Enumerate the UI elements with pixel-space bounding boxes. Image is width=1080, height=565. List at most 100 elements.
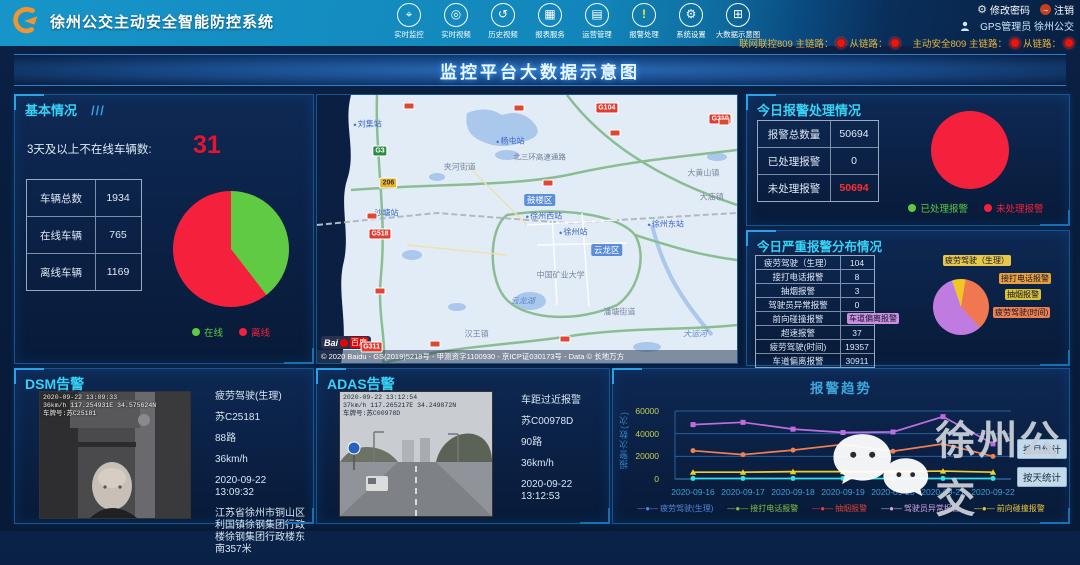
settings-icon: ⚙ [679,3,703,27]
alarm-info-item: 2020-09-22 13:12:53 [521,479,605,503]
table-row: 未处理报警50694 [758,175,878,201]
alarm-info-item: 苏C00978D [521,416,605,428]
table-cell-label: 报警总数量 [758,121,831,147]
adas-road-photo[interactable]: 2020-09-22 13:12:5437km/h 117.265217E 34… [339,391,493,517]
legend-label: 已处理报警 [920,201,968,215]
legend-marker-icon: —●— [637,504,658,513]
map-label: 大庙镇 [700,191,724,202]
baidu-logo-text: Bai [324,338,338,348]
vehicle-stats-table: 车辆总数1934在线车辆765离线车辆1169 [26,179,142,291]
history-icon: ↺ [491,3,515,27]
legend-dot-icon [239,328,247,336]
table-row: 车道偏离报警30911 [756,354,874,367]
offline-days-label: 3天及以上不在线车辆数: [27,141,152,157]
alarm-info-item: 车距过近报警 [521,395,605,407]
nav-item-history-video[interactable]: ↺历史视频 [486,3,520,40]
alarm-panel-title: 今日报警处理情况 [747,95,1069,121]
alarm-marker-icon[interactable] [543,180,554,187]
map-label: 徐州西站 [525,210,562,221]
table-row: 车辆总数1934 [27,180,141,217]
adas-panel-title: ADAS告警 [317,369,609,396]
severe-alarm-panel: 今日严重报警分布情况 疲劳驾驶（生理）104接打电话报警8抽烟报警3驾驶员异常报… [746,230,1070,366]
watermark-text: 徐州公交 [935,408,1080,524]
alarm-marker-icon[interactable] [375,287,386,294]
alarm-marker-icon[interactable] [513,105,524,112]
trend-legend-item[interactable]: —●—接打电话报警 [727,503,798,514]
table-cell-value: 765 [96,217,140,253]
change-password-button[interactable]: ⚙ 修改密码 [977,2,1030,17]
photo-overlay-line: 车牌号:苏C25181 [40,410,190,418]
alert-icon: ! [632,3,656,27]
map-label: 云龙区 [591,244,623,256]
alarm-marker-icon[interactable] [366,212,377,219]
alarm-marker-icon[interactable] [610,129,621,136]
svg-text:2020-09-16: 2020-09-16 [671,487,715,497]
table-cell-value: 1934 [96,180,140,216]
link-status-group: 主动安全809 主链路： 从链路： [912,36,1074,50]
top-header: 徐州公交主动安全智能防控系统 ⌖实时监控◎实时视频↺历史视频▦报表服务▤运营管理… [0,0,1080,46]
nav-item-system-settings[interactable]: ⚙ 系统设置 [674,3,708,40]
table-cell-label: 抽烟报警 [756,284,841,297]
logout-button[interactable]: → 注销 [1040,2,1074,17]
adas-alarm-info: 车距过近报警苏C00978D90路36km/h2020-09-22 13:12:… [521,395,605,512]
page-title: 监控平台大数据示意图 [440,58,640,83]
trend-legend-item[interactable]: —●—疲劳驾驶(生理) [637,503,713,514]
table-row: 离线车辆1169 [27,254,141,290]
link-status-group: 联网联控809 主链路： 从链路： [739,36,901,50]
status-dot-icon [890,38,900,48]
nav-item-operation-management[interactable]: ▤运营管理 [580,3,614,40]
table-cell-label: 超速报警 [756,326,841,339]
dsm-driver-photo[interactable]: 2020-09-22 13:09:3336km/h 117.254931E 34… [39,391,191,519]
alarm-info-item: 36km/h [215,454,307,466]
table-cell-value: 0 [831,148,877,174]
adas-alarm-panel: ADAS告警 2020-09-22 13:12:5437km/h 117.265… [316,368,610,524]
nav-item-report-service[interactable]: ▦报表服务 [533,3,567,40]
photo-overlay-line: 36km/h 117.254931E 34.575624N [40,402,190,410]
user-label: GPS管理员 徐州公交 [980,18,1074,33]
nav-item-alarm-handling[interactable]: ! 报警处理 [627,3,661,40]
legend-label: 未处理报警 [996,201,1044,215]
nav-item-realtime-video[interactable]: ◎ 实时视频 [439,3,473,40]
alarm-marker-icon[interactable] [404,102,415,109]
alarm-stats-table: 报警总数量50694已处理报警0未处理报警50694 [757,120,879,202]
table-cell-value: 104 [841,256,873,269]
legend-label: 离线 [251,325,270,339]
legend-label: 接打电话报警 [750,503,798,514]
table-cell-value: 8 [841,270,873,283]
nav-item-label: 报警处理 [629,29,658,39]
logo-icon [10,5,42,37]
map-label: 大运河 [683,328,707,339]
status-dot-icon [836,38,846,48]
photo-overlay-line: 车牌号:苏C00978D [340,410,492,418]
nav-item-label: 实时视频 [441,29,470,39]
map-label: 汉王镇 [465,328,489,339]
table-row: 在线车辆765 [27,217,141,254]
table-cell-label: 接打电话报警 [756,270,841,283]
table-cell-label: 疲劳驾驶(时间) [756,340,841,353]
y-axis-tick: 40000 [625,429,659,439]
video-icon: ◎ [444,3,468,27]
basic-panel-title: 基本情况/// [15,95,313,121]
y-axis-tick: 0 [625,474,659,484]
legend-dot-icon [192,328,200,336]
nav-item-label: 运营管理 [582,29,611,39]
pie-slice-label: 疲劳驾驶（生理） [943,255,1011,266]
baidu-map[interactable]: Bai 百度 © 2020 Baidu - GS(2019)5218号 - 甲测… [316,94,738,364]
alarm-info-item: 苏C25181 [215,412,307,424]
alarm-marker-icon[interactable] [719,118,730,125]
road-shield: 206 [380,178,398,189]
severe-alarm-table: 疲劳驾驶（生理）104接打电话报警8抽烟报警3驾驶员异常报警0前向碰撞报警416… [755,255,875,368]
alarm-marker-icon[interactable] [429,341,440,348]
decorative-slashes: /// [91,103,105,118]
basic-legend: 在线离线 [155,325,307,339]
table-cell-value: 19357 [841,340,873,353]
map-label: 徐州站 [559,226,588,237]
table-cell-label: 驾驶员异常报警 [756,298,841,311]
online-offline-pie-chart [173,191,289,307]
nav-item-realtime-monitor[interactable]: ⌖实时监控 [392,3,426,40]
map-label: 徐州东站 [647,218,684,229]
alarm-marker-icon[interactable] [559,335,570,342]
alarm-info-item: 2020-09-22 13:09:32 [215,475,307,499]
nav-item-label: 系统设置 [676,29,705,39]
map-label: 潘塘街道 [603,307,635,318]
